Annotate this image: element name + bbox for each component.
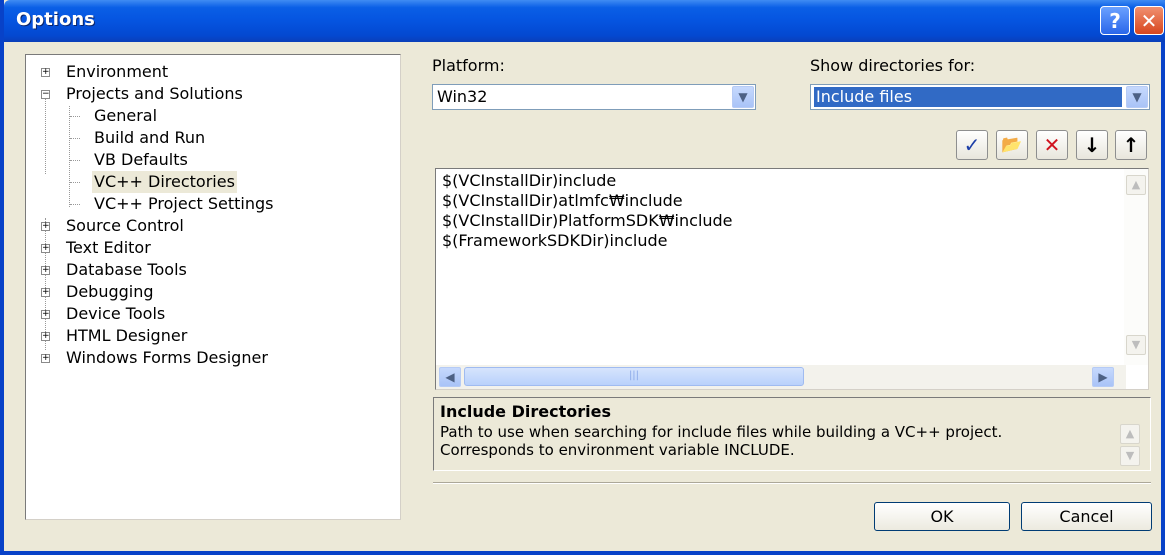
- new-line-button[interactable]: 📂: [996, 130, 1028, 160]
- scroll-up-icon[interactable]: ▲: [1126, 175, 1146, 195]
- checkmark-icon: ✓: [963, 133, 981, 157]
- tree-item-debugging[interactable]: + Debugging: [26, 281, 400, 303]
- cancel-button[interactable]: Cancel: [1021, 502, 1152, 531]
- arrow-up-icon: ↑: [1122, 133, 1140, 157]
- tree-item-label: Windows Forms Designer: [66, 348, 268, 367]
- tree-item-text-editor[interactable]: + Text Editor: [26, 237, 400, 259]
- tree-item-label: Debugging: [66, 282, 154, 301]
- description-line: Corresponds to environment variable INCL…: [440, 441, 795, 459]
- tree-item-label: VC++ Project Settings: [94, 194, 274, 213]
- tree-connector: [70, 138, 80, 139]
- delete-button[interactable]: ✕: [1036, 130, 1068, 160]
- tree-item-label: Source Control: [66, 216, 184, 235]
- scroll-thumb[interactable]: |||: [464, 367, 804, 386]
- close-button[interactable]: ✕: [1134, 6, 1164, 35]
- tree-item-html-designer[interactable]: + HTML Designer: [26, 325, 400, 347]
- tree-item-general[interactable]: General: [26, 105, 400, 127]
- arrow-down-icon: ↓: [1083, 133, 1101, 157]
- chevron-down-icon[interactable]: ▼: [732, 86, 754, 108]
- help-icon: ?: [1109, 8, 1121, 33]
- platform-value: Win32: [437, 87, 488, 106]
- show-directories-label: Show directories for:: [810, 56, 976, 75]
- delete-icon: ✕: [1043, 133, 1061, 157]
- window-title: Options: [16, 9, 95, 30]
- collapse-icon[interactable]: −: [41, 90, 50, 99]
- chevron-down-icon[interactable]: ▼: [1126, 86, 1148, 108]
- list-item[interactable]: $(FrameworkSDKDir)include: [442, 231, 733, 251]
- tree-item-label: VC++ Directories: [92, 171, 237, 193]
- vertical-scrollbar[interactable]: ▲ ▼: [1124, 169, 1148, 365]
- move-down-button[interactable]: ↓: [1076, 130, 1108, 160]
- tree-item-label: Environment: [66, 62, 169, 81]
- tree-item-label: Database Tools: [66, 260, 187, 279]
- expand-icon[interactable]: +: [41, 354, 50, 363]
- platform-combobox[interactable]: Win32 ▼: [432, 84, 756, 110]
- tree-item-label: Device Tools: [66, 304, 166, 323]
- show-directories-combobox[interactable]: Include files ▼: [810, 84, 1150, 110]
- tree-item-database-tools[interactable]: + Database Tools: [26, 259, 400, 281]
- description-title: Include Directories: [440, 402, 611, 421]
- tree-item-environment[interactable]: + Environment: [26, 61, 400, 83]
- scroll-right-icon[interactable]: ▶: [1092, 367, 1114, 387]
- list-item[interactable]: $(VCInstallDir)atlmfc₩include: [442, 191, 733, 211]
- scroll-up-icon[interactable]: ▲: [1120, 424, 1140, 444]
- tree-connector: [70, 204, 80, 205]
- expand-icon[interactable]: +: [41, 222, 50, 231]
- tree-item-vc-project-settings[interactable]: VC++ Project Settings: [26, 193, 400, 215]
- tree-item-vb-defaults[interactable]: VB Defaults: [26, 149, 400, 171]
- expand-icon[interactable]: +: [41, 288, 50, 297]
- checkmark-button[interactable]: ✓: [956, 130, 988, 160]
- help-button[interactable]: ?: [1100, 6, 1130, 35]
- tree-item-projects-and-solutions[interactable]: − Projects and Solutions: [26, 83, 400, 105]
- show-directories-value: Include files: [814, 87, 1122, 107]
- tree-item-source-control[interactable]: + Source Control: [26, 215, 400, 237]
- list-item[interactable]: $(VCInstallDir)PlatformSDK₩include: [442, 211, 733, 231]
- tree-connector: [70, 160, 80, 161]
- tree-connector: [70, 182, 80, 183]
- platform-label: Platform:: [432, 56, 505, 75]
- tree-item-label: Text Editor: [66, 238, 151, 257]
- scroll-down-icon[interactable]: ▼: [1126, 335, 1146, 355]
- tree-item-device-tools[interactable]: + Device Tools: [26, 303, 400, 325]
- description-line: Path to use when searching for include f…: [440, 423, 1003, 441]
- close-icon: ✕: [1140, 8, 1158, 33]
- options-dialog: Options ? ✕ + Environment − Projects and…: [0, 0, 1165, 555]
- tree-item-windows-forms-designer[interactable]: + Windows Forms Designer: [26, 347, 400, 369]
- tree-item-label: HTML Designer: [66, 326, 188, 345]
- title-bar[interactable]: Options ? ✕: [4, 0, 1165, 42]
- divider: [433, 482, 1151, 484]
- tree-item-label: Projects and Solutions: [66, 84, 243, 103]
- list-item[interactable]: $(VCInstallDir)include: [442, 171, 733, 191]
- scroll-left-icon[interactable]: ◀: [439, 367, 461, 387]
- scroll-down-icon[interactable]: ▼: [1120, 446, 1140, 466]
- expand-icon[interactable]: +: [41, 266, 50, 275]
- expand-icon[interactable]: +: [41, 244, 50, 253]
- tree-connector: [70, 116, 80, 117]
- expand-icon[interactable]: +: [41, 68, 50, 77]
- expand-icon[interactable]: +: [41, 332, 50, 341]
- tree-item-label: Build and Run: [94, 128, 206, 147]
- description-text: Path to use when searching for include f…: [440, 423, 1002, 459]
- move-up-button[interactable]: ↑: [1115, 130, 1147, 160]
- tree-item-label: VB Defaults: [94, 150, 188, 169]
- options-tree[interactable]: + Environment − Projects and Solutions G…: [25, 54, 401, 520]
- tree-item-vc-directories[interactable]: VC++ Directories: [26, 171, 400, 193]
- tree-item-label: General: [94, 106, 158, 125]
- tree-item-build-and-run[interactable]: Build and Run: [26, 127, 400, 149]
- ok-button[interactable]: OK: [874, 502, 1010, 531]
- expand-icon[interactable]: +: [41, 310, 50, 319]
- description-panel: Include Directories Path to use when sea…: [433, 397, 1151, 471]
- directory-list[interactable]: $(VCInstallDir)include $(VCInstallDir)at…: [435, 168, 1149, 390]
- new-folder-icon: 📂: [1001, 135, 1023, 155]
- directory-list-items: $(VCInstallDir)include $(VCInstallDir)at…: [442, 171, 733, 251]
- horizontal-scrollbar[interactable]: ◀ ||| ▶: [436, 365, 1126, 389]
